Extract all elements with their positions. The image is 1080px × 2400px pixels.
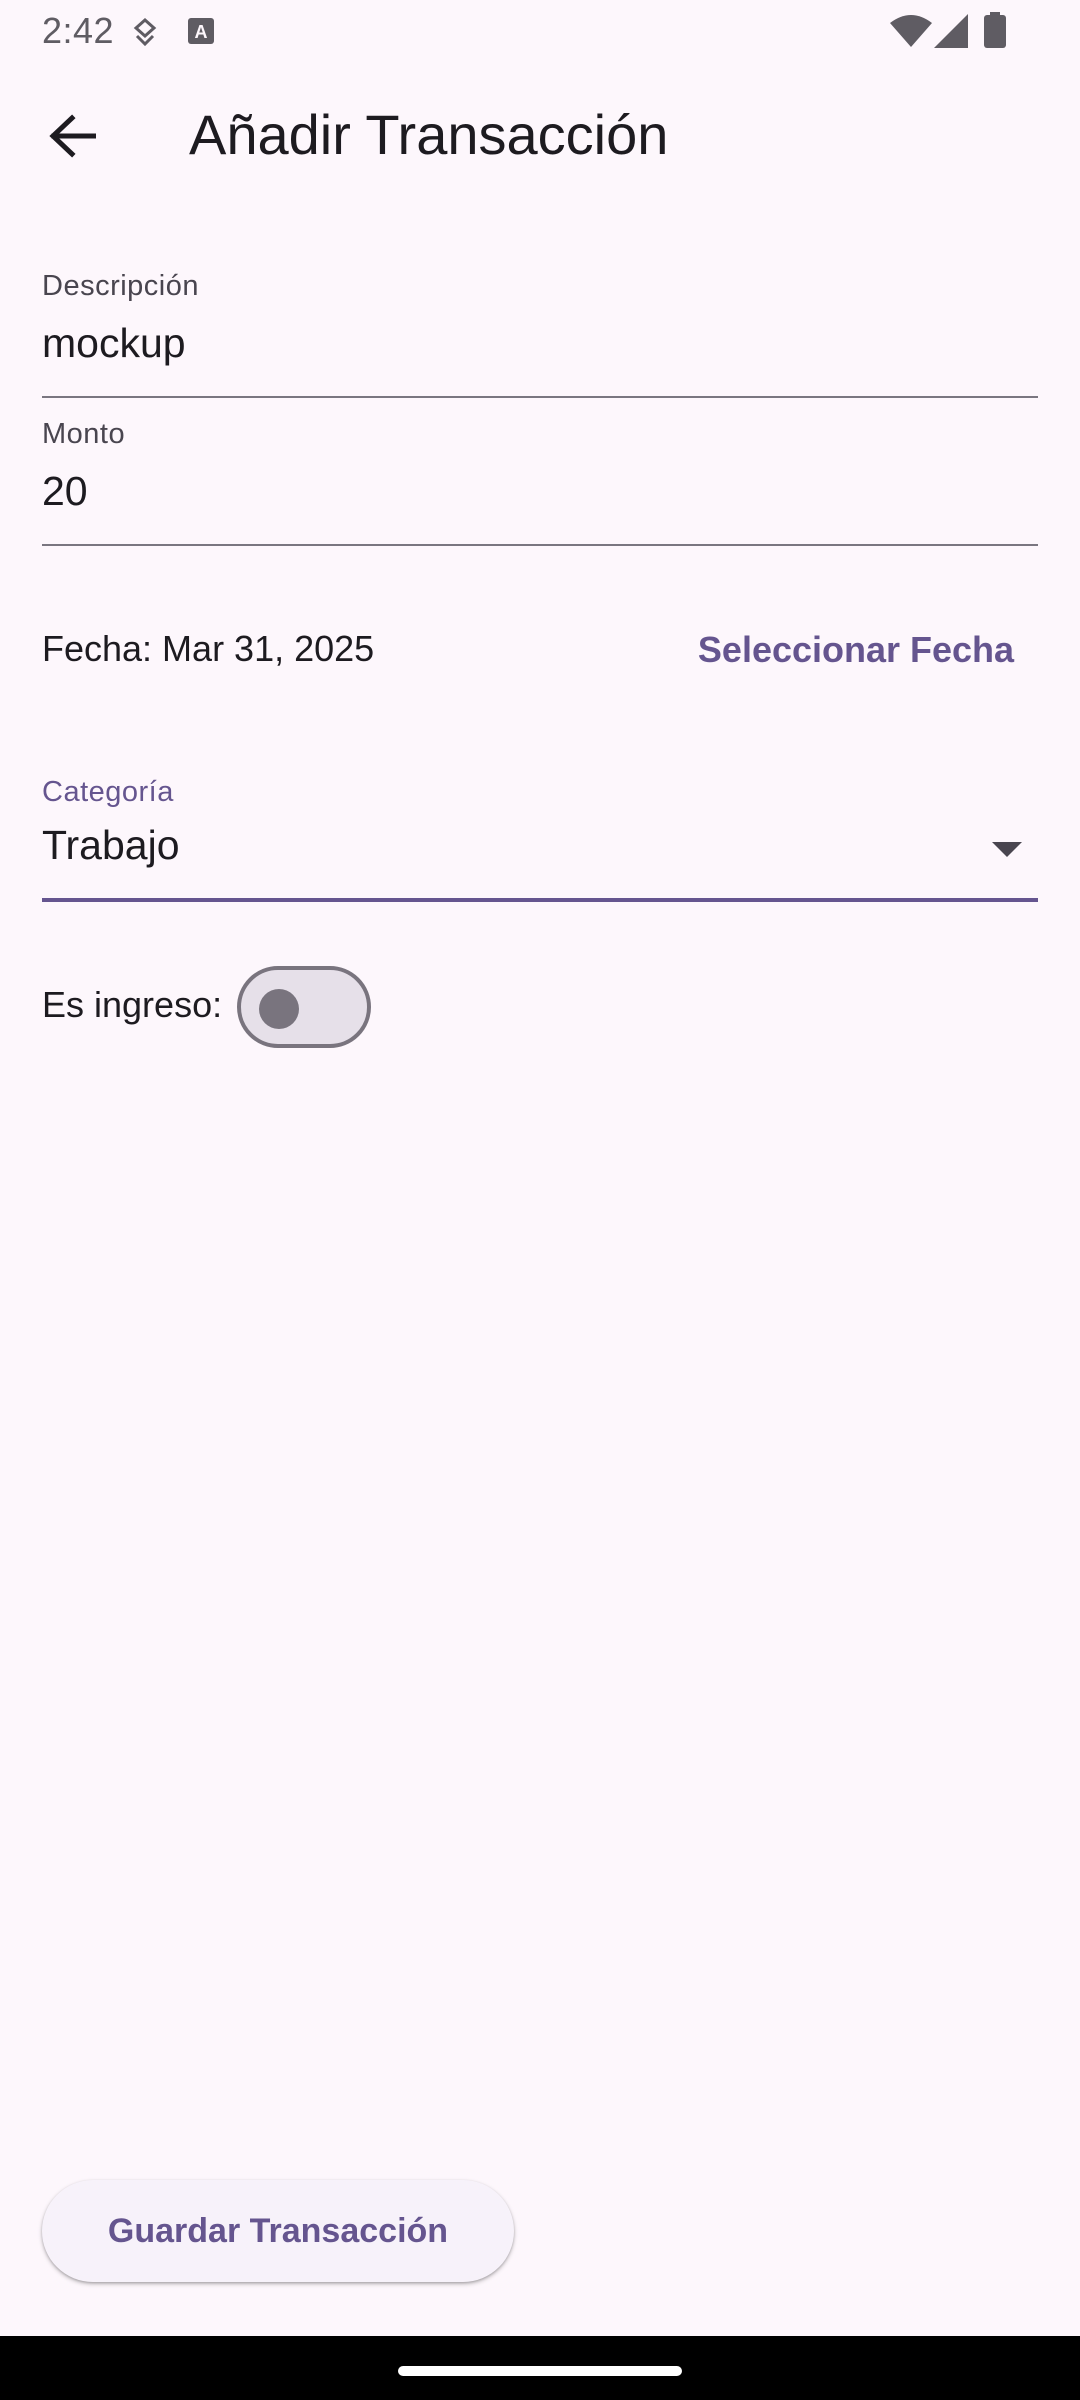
category-label: Categoría: [42, 776, 174, 808]
amount-underline: [42, 544, 1038, 546]
battery-icon: [984, 12, 1006, 53]
date-text: Fecha: Mar 31, 2025: [42, 628, 375, 669]
app-bar: Añadir Transacción: [0, 64, 1080, 208]
back-button[interactable]: [34, 100, 110, 176]
category-underline: [42, 898, 1038, 902]
add-transaction-screen: 2:42 A Añadir Transacción Descripción mo…: [0, 0, 1080, 2400]
is-income-switch[interactable]: [237, 966, 371, 1048]
shield-icon: [132, 17, 158, 51]
select-date-button[interactable]: Seleccionar Fecha: [674, 608, 1038, 692]
switch-thumb: [259, 989, 299, 1029]
navigation-bar: [0, 2336, 1080, 2400]
save-button-label: Guardar Transacción: [107, 2211, 449, 2250]
description-value[interactable]: mockup: [42, 320, 186, 367]
category-value: Trabajo: [42, 822, 180, 868]
arrow-back-icon: [48, 113, 97, 163]
amount-label: Monto: [42, 418, 126, 450]
keyboard-icon: A: [188, 18, 214, 49]
is-income-label: Es ingreso:: [42, 984, 223, 1025]
amount-value[interactable]: 20: [42, 468, 88, 515]
dropdown-arrow-icon[interactable]: [992, 842, 1022, 863]
description-underline: [42, 396, 1038, 398]
status-bar: 2:42 A: [0, 0, 1080, 64]
wifi-icon: [890, 14, 932, 53]
description-label: Descripción: [42, 270, 199, 302]
amount-field[interactable]: Monto 20: [42, 412, 1038, 548]
svg-text:A: A: [195, 22, 208, 42]
signal-icon: [934, 14, 968, 53]
status-time: 2:42: [42, 10, 115, 51]
select-date-label: Seleccionar Fecha: [697, 629, 1015, 670]
save-transaction-button[interactable]: Guardar Transacción: [42, 2180, 514, 2282]
home-handle[interactable]: [398, 2366, 682, 2376]
page-title: Añadir Transacción: [189, 103, 669, 166]
description-field[interactable]: Descripción mockup: [42, 264, 1038, 400]
category-dropdown[interactable]: Categoría Trabajo: [42, 770, 1038, 904]
